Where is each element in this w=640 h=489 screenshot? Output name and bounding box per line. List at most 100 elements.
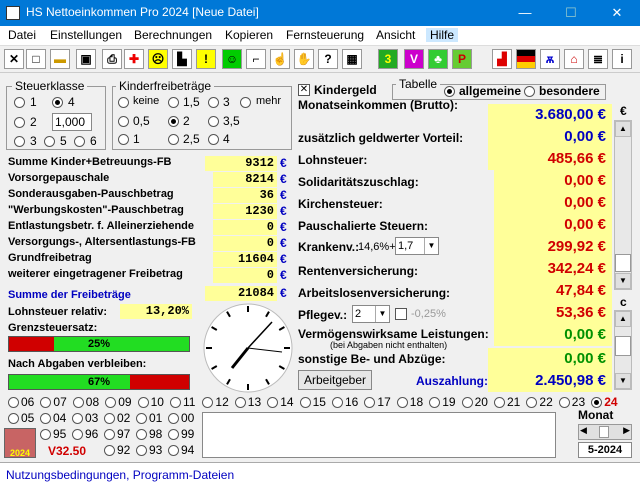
kfb-1-label: 1	[133, 132, 140, 146]
scroll-up-icon[interactable]: ▲	[615, 121, 631, 137]
calculator-icon[interactable]: ▦	[342, 49, 362, 69]
status-bar: Nutzungsbedingungen, Programm-Dateien	[0, 462, 640, 489]
sad-face-icon[interactable]: ☹	[148, 49, 168, 69]
maximize-icon[interactable]: ☐	[548, 0, 594, 26]
radio-kfb-1[interactable]	[118, 134, 129, 145]
factory-icon[interactable]: ▙	[172, 49, 192, 69]
radio-sk-2[interactable]	[14, 117, 25, 128]
radio-sk-6[interactable]	[74, 136, 85, 147]
monat-label: Monat	[578, 408, 614, 422]
radio-kfb-25[interactable]	[168, 134, 179, 145]
menu-einstellungen[interactable]: Einstellungen	[50, 28, 122, 42]
kfb-4-label: 4	[223, 132, 230, 146]
tree-p-icon[interactable]: P	[452, 49, 472, 69]
pflege-checkbox[interactable]	[395, 308, 407, 320]
scroll-thumb[interactable]	[615, 254, 631, 272]
sonstige-label: sonstige Be- und Abzüge:	[298, 352, 446, 366]
radio-circle	[526, 397, 538, 408]
radio-kfb-05[interactable]	[118, 116, 129, 127]
radio-kfb-2[interactable]	[168, 116, 179, 127]
german-flag-icon[interactable]	[516, 49, 536, 69]
pflege-select[interactable]: 2 ▼	[352, 305, 390, 323]
row-weiterer-label: weiterer eingetragener Freibetrag	[8, 268, 183, 280]
scroll-up-icon[interactable]: ▲	[615, 311, 631, 327]
menu-datei[interactable]: Datei	[8, 28, 36, 42]
scroll-down-icon[interactable]: ▼	[615, 373, 631, 389]
radio-circle	[104, 429, 115, 440]
info-coin-icon[interactable]: !	[196, 49, 216, 69]
red-cross-icon[interactable]: ✚	[124, 49, 144, 69]
radio-tabelle-allgemeine[interactable]	[444, 86, 455, 97]
close-file-icon[interactable]: ✕	[4, 49, 24, 69]
chart-3-icon[interactable]: 3	[378, 49, 398, 69]
pflege-value: 53,36 €	[494, 302, 612, 324]
pipe-icon[interactable]: ⌐	[246, 49, 266, 69]
bars-icon[interactable]: ▟	[492, 49, 512, 69]
grenzsteuersatz-label: Grenzsteuersatz:	[8, 322, 98, 334]
scroll-down-icon[interactable]: ▼	[615, 273, 631, 289]
notes-textarea[interactable]	[202, 412, 556, 458]
year-label: 98	[149, 427, 163, 441]
radio-tabelle-besondere[interactable]	[524, 86, 535, 97]
radio-kfb-keine[interactable]	[118, 97, 129, 108]
vwl-note: (bei Abgaben nicht enthalten)	[330, 340, 448, 350]
year-label: 95	[53, 427, 67, 441]
radio-kfb-15[interactable]	[168, 97, 179, 108]
help-question-icon[interactable]: ?	[318, 49, 338, 69]
tree-icon[interactable]: ♣	[428, 49, 448, 69]
arbeitgeber-button[interactable]: Arbeitgeber	[298, 370, 372, 390]
new-file-icon[interactable]: □	[26, 49, 46, 69]
minimize-icon[interactable]: —	[502, 0, 548, 26]
radio-kfb-4[interactable]	[208, 134, 219, 145]
people-icon[interactable]: ѫ	[540, 49, 560, 69]
menu-fernsteuerung[interactable]: Fernsteuerung	[286, 28, 364, 42]
row-summe-kinder-label: Summe Kinder+Betreuungs-FB	[8, 156, 172, 168]
monatseinkommen-input[interactable]: 3.680,00 €	[488, 104, 612, 126]
kranken-value: 299,92 €	[494, 236, 612, 258]
menu-hilfe[interactable]: Hilfe	[426, 28, 459, 42]
menu-ansicht[interactable]: Ansicht	[376, 28, 415, 42]
hand-up-icon[interactable]: ☝	[270, 49, 290, 69]
close-icon[interactable]: ✕	[594, 0, 640, 26]
radio-kfb-35[interactable]	[208, 116, 219, 127]
hand-icon[interactable]: ✋	[294, 49, 314, 69]
geldwert-input[interactable]: 0,00 €	[488, 126, 612, 148]
year-label: 09	[118, 395, 132, 409]
year-label: 05	[21, 411, 35, 425]
radio-kfb-mehr[interactable]	[240, 97, 251, 108]
v-icon[interactable]: V	[404, 49, 424, 69]
scroll-thumb[interactable]	[615, 336, 631, 356]
vwl-input[interactable]: 0,00 €	[494, 324, 612, 346]
radio-kfb-3[interactable]	[208, 97, 219, 108]
radio-sk-3[interactable]	[14, 136, 25, 147]
smiley-icon[interactable]: ☺	[222, 49, 242, 69]
home-icon[interactable]: ⌂	[564, 49, 584, 69]
menu-berechnungen[interactable]: Berechnungen	[134, 28, 212, 42]
list-icon[interactable]: ≣	[588, 49, 608, 69]
info-icon[interactable]: i	[612, 49, 632, 69]
menu-kopieren[interactable]: Kopieren	[225, 28, 273, 42]
monat-slider[interactable]: ◀ ▶	[578, 424, 632, 440]
save-icon[interactable]: ▣	[76, 49, 96, 69]
radio-sk-4[interactable]	[52, 97, 63, 108]
faktor-input[interactable]: 1,000	[52, 113, 92, 131]
radio-circle	[137, 397, 149, 408]
euro-sign: €	[280, 252, 287, 266]
steuerklasse-title: Steuerklasse	[12, 79, 88, 93]
cent-scroll-label: c	[620, 295, 627, 309]
radio-circle	[136, 445, 147, 456]
open-folder-icon[interactable]: ▬	[50, 49, 70, 69]
status-link[interactable]: Nutzungsbedingungen, Programm-Dateien	[6, 468, 234, 482]
row-versorgung-label: Versorgungs-, Altersentlastungs-FB	[8, 236, 196, 248]
radio-sk-5[interactable]	[44, 136, 55, 147]
chevron-down-icon: ▼	[375, 306, 389, 322]
radio-sk-1[interactable]	[14, 97, 25, 108]
year-label: 02	[117, 411, 131, 425]
print-icon[interactable]: ⎙	[102, 49, 122, 69]
kranken-select[interactable]: 1,7 ▼	[395, 237, 439, 255]
sk-2-label: 2	[30, 115, 37, 129]
row-weiterer-value: 0	[213, 268, 277, 283]
kindergeld-checkbox[interactable]: ✕	[298, 84, 310, 96]
sonstige-input[interactable]: 0,00 €	[488, 348, 612, 370]
year-label: 16	[345, 395, 359, 409]
